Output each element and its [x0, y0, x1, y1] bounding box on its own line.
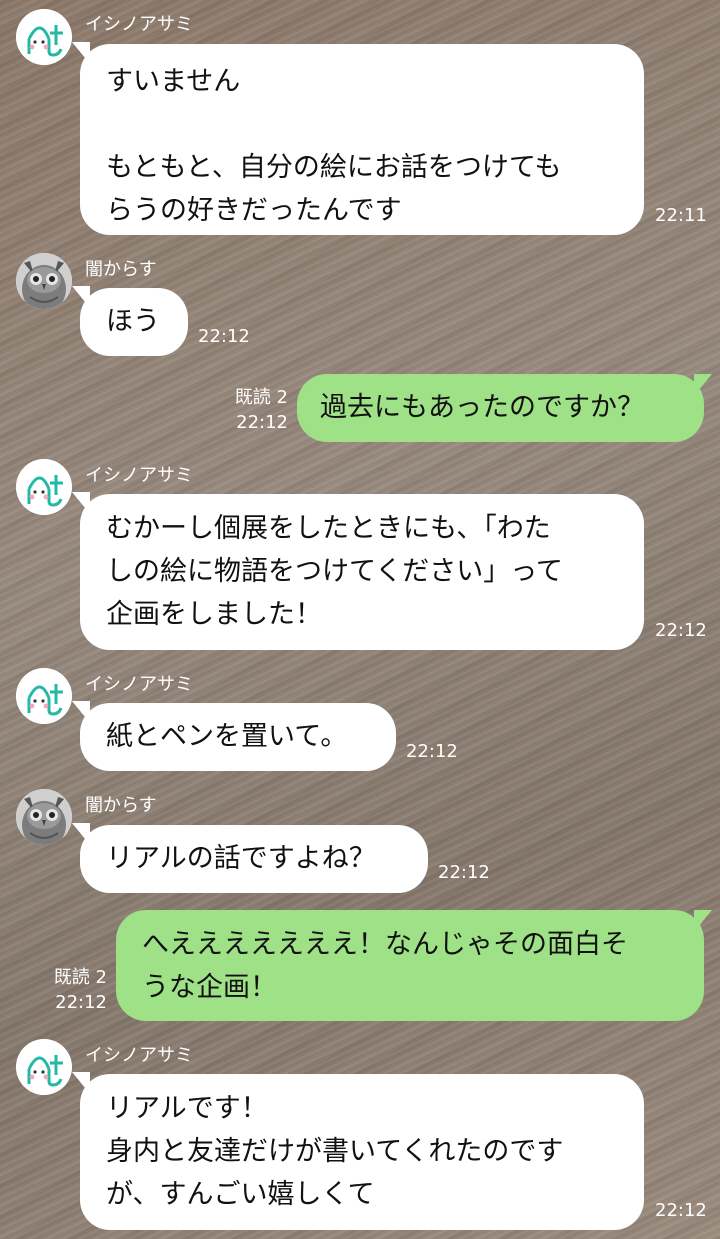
avatar-a-logo-icon[interactable] — [16, 459, 72, 515]
sender-name: イシノアサミ — [85, 674, 193, 695]
sender-name: 闇からす — [85, 259, 157, 280]
message-bubble[interactable]: リアルです！ 身内と友達だけが書いてくれたのです が、すんごい嬉しくて — [72, 1072, 644, 1230]
chat-message-list[interactable]: イシノアサミ すいません もともと、自分の絵にお話をつけても らうの好きだったん… — [0, 0, 720, 1239]
message-time: 22:12 — [655, 620, 707, 641]
message-bubble[interactable]: ほう — [72, 286, 188, 356]
message-time: 22:12 — [236, 412, 288, 433]
message-bubble[interactable]: むかーし個展をしたときにも、「わた しの絵に物語をつけてください」って 企画をし… — [72, 492, 644, 650]
avatar-a-logo-icon[interactable] — [16, 668, 72, 724]
message-bubble-outgoing[interactable]: 過去にもあったのですか？ — [297, 374, 712, 442]
sender-name: イシノアサミ — [85, 1045, 193, 1066]
a-logo-icon — [16, 668, 72, 724]
sender-name: 闇からす — [85, 795, 157, 816]
owl-icon — [16, 789, 72, 845]
owl-icon — [16, 253, 72, 309]
message-bubble-outgoing[interactable]: へえええええええ！なんじゃその面白そ うな企画！ — [116, 910, 712, 1021]
a-logo-icon — [16, 1039, 72, 1095]
read-receipt: 既読 2 — [53, 967, 107, 988]
message-time: 22:12 — [655, 1200, 707, 1221]
avatar-owl-icon[interactable] — [16, 789, 72, 845]
avatar-a-logo-icon[interactable] — [16, 9, 72, 65]
sender-name: イシノアサミ — [85, 465, 193, 486]
read-receipt: 既読 2 — [234, 387, 288, 408]
message-bubble[interactable]: すいません もともと、自分の絵にお話をつけても らうの好きだったんです — [72, 42, 644, 235]
avatar-a-logo-icon[interactable] — [16, 1039, 72, 1095]
a-logo-icon — [16, 459, 72, 515]
avatar-owl-icon[interactable] — [16, 253, 72, 309]
message-bubble[interactable]: リアルの話ですよね？ — [72, 823, 428, 893]
message-time: 22:11 — [655, 205, 707, 226]
message-time: 22:12 — [438, 862, 490, 883]
sender-name: イシノアサミ — [85, 14, 193, 35]
message-time: 22:12 — [55, 992, 107, 1013]
message-time: 22:12 — [406, 741, 458, 762]
message-time: 22:12 — [198, 326, 250, 347]
a-logo-icon — [16, 9, 72, 65]
message-bubble[interactable]: 紙とペンを置いて。 — [72, 701, 396, 771]
